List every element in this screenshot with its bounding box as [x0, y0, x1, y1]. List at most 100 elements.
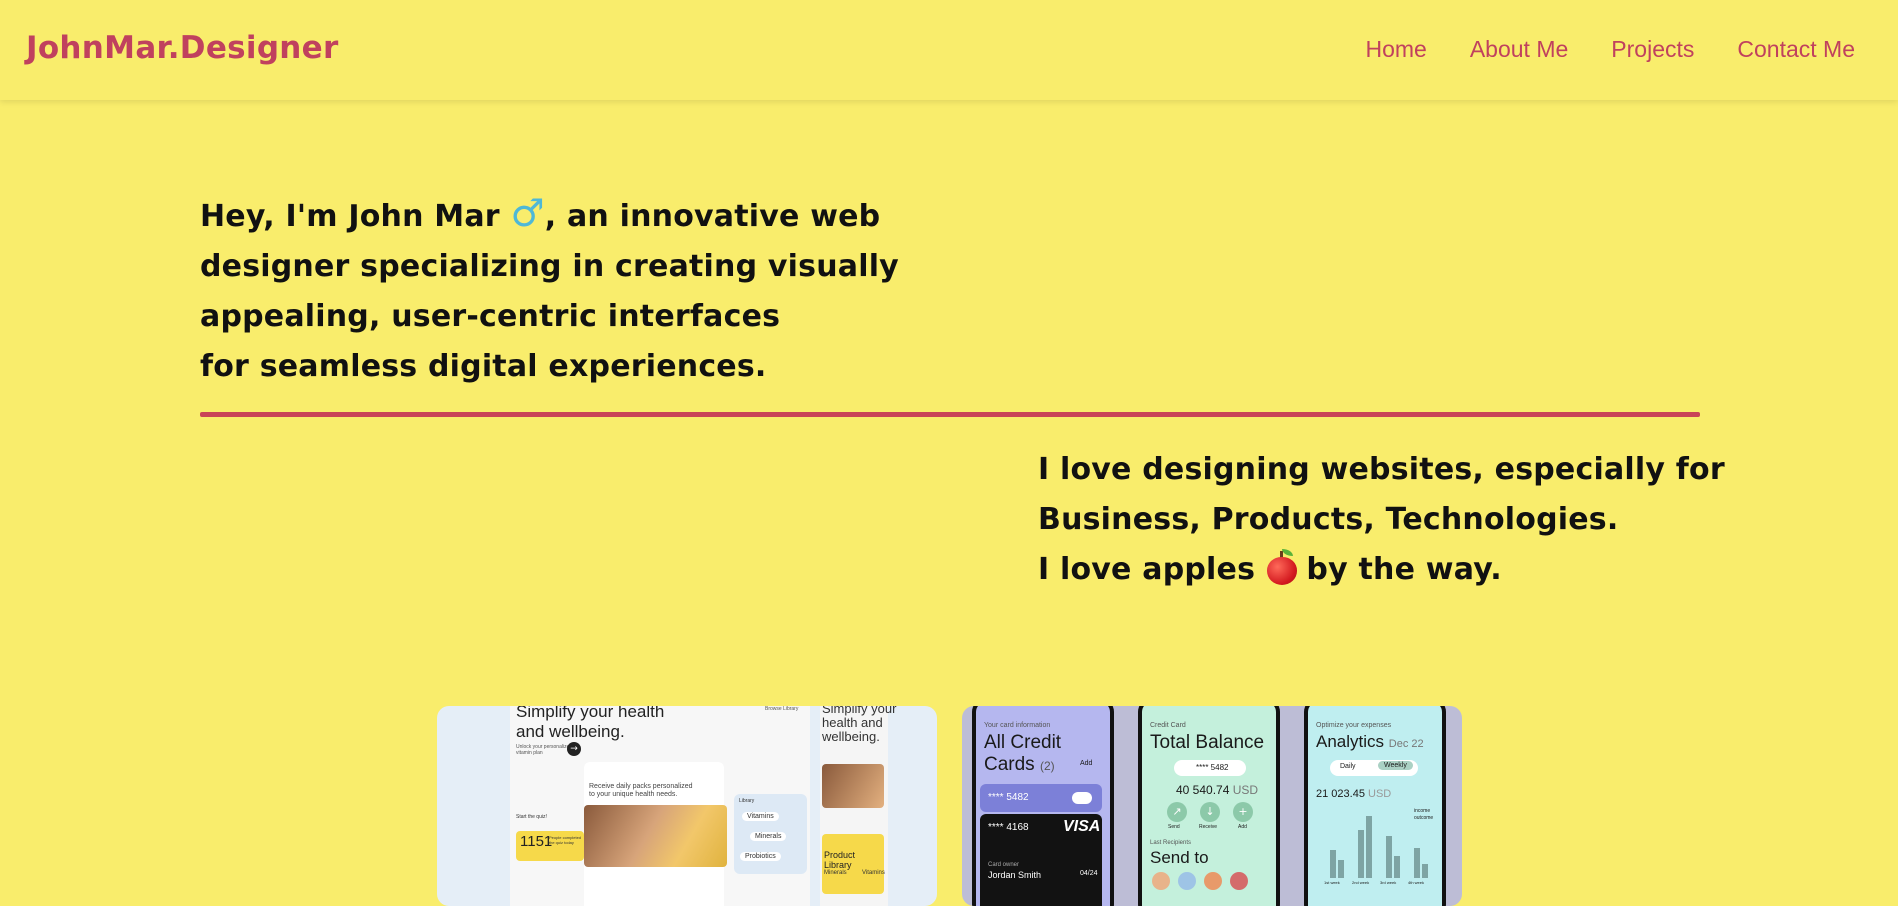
- pill-minerals: Minerals: [750, 832, 787, 841]
- avatar: [1230, 872, 1248, 890]
- analytics-title-row: Analytics Dec 22: [1316, 732, 1424, 752]
- card-1-number: **** 5482: [988, 792, 1029, 803]
- avatar: [1178, 872, 1196, 890]
- side-vitamins-label: Vitamins: [862, 870, 885, 876]
- chart-bar: [1394, 856, 1400, 878]
- health-side-title: Simplify your health and wellbeing.: [822, 706, 896, 744]
- stat-text-line-2: the quiz today: [549, 840, 574, 845]
- week-label: 3rd week: [1380, 880, 1397, 885]
- week-label: 4th week: [1408, 880, 1425, 885]
- analytics-tag: Optimize your expenses: [1316, 722, 1392, 729]
- chart-bar: [1338, 860, 1344, 878]
- library-label: Library: [739, 798, 755, 804]
- card-owner-name: Jordan Smith: [988, 870, 1042, 880]
- stat-text: People completed the quiz today: [549, 835, 581, 845]
- add-card-button: Add: [1080, 760, 1093, 767]
- visa-logo: VISA: [1063, 818, 1101, 835]
- health-panel-text-line-2: to your unique health needs.: [589, 791, 678, 798]
- card-expiry: 04/24: [1080, 870, 1098, 877]
- week-label: 2nd week: [1352, 880, 1370, 885]
- nav-link-about[interactable]: About Me: [1470, 36, 1568, 63]
- intro-line-3: appealing, user-centric interfaces: [200, 299, 781, 334]
- health-side-photo: [822, 764, 884, 808]
- chart-bar: [1330, 850, 1336, 878]
- health-panel-text-line-1: Receive daily packs personalized: [589, 783, 693, 790]
- cards-tag: Your card information: [984, 722, 1051, 729]
- start-quiz-link: Start the quiz!: [516, 814, 547, 820]
- add-label: Add: [1238, 824, 1247, 830]
- cards-title-line-2: Cards (2): [984, 754, 1061, 777]
- card-toggle: [1072, 792, 1092, 804]
- cards-title-text: Cards: [984, 754, 1035, 775]
- health-panel-text: Receive daily packs personalized to your…: [589, 783, 693, 799]
- chart-bar: [1422, 864, 1428, 878]
- project-card-health[interactable]: Simplify your health and wellbeing. Brow…: [437, 706, 937, 906]
- love-paragraph: I love designing websites, especially fo…: [1038, 445, 1758, 595]
- browse-library-link: Browse Library: [765, 706, 799, 712]
- analytics-title: Analytics: [1316, 732, 1385, 751]
- avatar: [1152, 872, 1170, 890]
- apple-icon: [1266, 549, 1297, 585]
- cards-title-line-1: All Credit: [984, 732, 1062, 753]
- intro-line-1-end: , an innovative web: [544, 199, 881, 234]
- health-side-title-line-3: wellbeing.: [822, 729, 880, 744]
- send-label: Send: [1168, 824, 1180, 830]
- top-navbar: JohnMar.Designer Home About Me Projects …: [0, 0, 1898, 100]
- cards-count: (2): [1039, 759, 1055, 773]
- male-symbol-icon: ♂: [510, 191, 545, 235]
- love-line-3: I love apples by the way.: [1038, 545, 1758, 595]
- intro-line-1: Hey, I'm John Mar ♂, an innovative web: [200, 188, 920, 242]
- toggle-daily: Daily: [1340, 763, 1356, 770]
- health-side-title-line-2: health and: [822, 715, 883, 730]
- receive-icon: ↓: [1200, 802, 1220, 822]
- side-minerals-label: Minerals: [824, 870, 847, 876]
- balance-title: Total Balance: [1150, 732, 1265, 753]
- intro-line-4: for seamless digital experiences.: [200, 349, 767, 384]
- balance-tag: Credit Card: [1150, 722, 1186, 729]
- health-photo: [584, 805, 727, 867]
- analytics-amount-row: 21 023.45 USD: [1316, 788, 1391, 800]
- pill-probiotics: Probiotics: [740, 852, 781, 861]
- intro-paragraph: Hey, I'm John Mar ♂, an innovative web d…: [200, 188, 920, 392]
- arrow-right-icon: →: [567, 742, 581, 756]
- balance-currency: USD: [1232, 783, 1259, 797]
- card-owner-label: Card owner: [988, 862, 1020, 868]
- intro-line-2: designer specializing in creating visual…: [200, 249, 899, 284]
- love-line-2: Business, Products, Technologies.: [1038, 502, 1619, 537]
- product-library-label: Product Library: [824, 850, 855, 870]
- health-title-line-1: Simplify your health: [516, 706, 665, 721]
- health-title-line-2: and wellbeing.: [516, 722, 625, 741]
- section-divider: [200, 412, 1700, 417]
- analytics-period: Dec 22: [1388, 738, 1424, 750]
- cards-title: All Credit Cards (2): [984, 732, 1061, 777]
- avatar: [1204, 872, 1222, 890]
- week-label: 1st week: [1324, 880, 1340, 885]
- love-line-1: I love designing websites, especially fo…: [1038, 452, 1725, 487]
- balance-card-number: **** 5482: [1196, 763, 1229, 772]
- chart-bar: [1366, 816, 1372, 878]
- analytics-bar-chart: [1322, 802, 1434, 878]
- intro-line-1-start: Hey, I'm John Mar: [200, 199, 511, 234]
- nav-link-contact[interactable]: Contact Me: [1737, 36, 1855, 63]
- project-card-banking[interactable]: Your card information All Credit Cards (…: [962, 706, 1462, 906]
- product-library-label-line-2: Library: [824, 860, 852, 870]
- send-icon: ↗: [1167, 802, 1187, 822]
- love-line-3-end: by the way.: [1295, 552, 1502, 587]
- health-subtitle-line-2: vitamin plan: [516, 750, 543, 756]
- analytics-amount: 21 023.45: [1316, 788, 1365, 800]
- recipients-label: Last Recipients: [1150, 840, 1192, 846]
- stat-number: 1151: [520, 833, 553, 850]
- card-2-number: **** 4168: [988, 822, 1029, 833]
- brand-logo[interactable]: JohnMar.Designer: [26, 30, 339, 66]
- nav-link-projects[interactable]: Projects: [1611, 36, 1694, 63]
- product-library-label-line-1: Product: [824, 850, 856, 860]
- analytics-currency: USD: [1368, 788, 1392, 800]
- receive-label: Receive: [1199, 824, 1218, 830]
- balance-amount: 40 540.74: [1176, 783, 1230, 797]
- toggle-weekly: Weekly: [1378, 761, 1413, 770]
- add-icon: +: [1233, 802, 1253, 822]
- chart-bar: [1358, 830, 1364, 878]
- love-line-3-start: I love apples: [1038, 552, 1266, 587]
- main-menu: Home About Me Projects Contact Me: [1365, 36, 1855, 63]
- nav-link-home[interactable]: Home: [1365, 36, 1426, 63]
